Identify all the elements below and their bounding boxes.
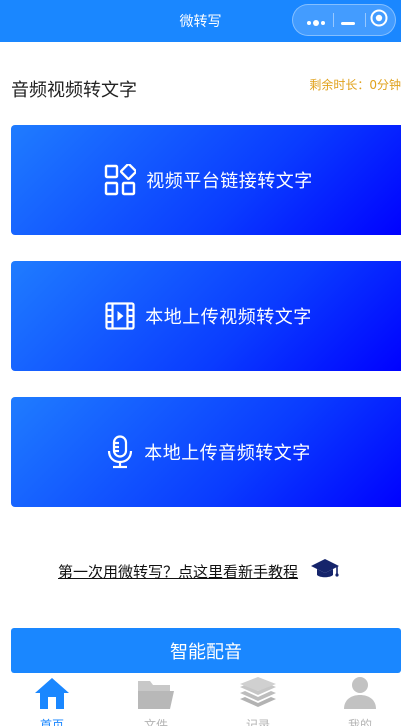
top-nav-bar: 微转写 bbox=[0, 0, 401, 42]
layers-icon bbox=[238, 675, 278, 715]
microphone-icon bbox=[106, 435, 134, 469]
remaining-time: 剩余时长：0分钟 bbox=[309, 78, 401, 92]
card-label: 本地上传音频转文字 bbox=[144, 443, 311, 464]
tab-mine[interactable]: 我的 bbox=[310, 673, 401, 726]
tab-home[interactable]: 首页 bbox=[2, 673, 102, 726]
minimize-button[interactable] bbox=[331, 5, 365, 35]
tab-label: 首页 bbox=[39, 718, 64, 726]
tab-records[interactable]: 记录 bbox=[208, 673, 308, 726]
film-icon bbox=[105, 302, 135, 330]
card-label: 本地上传视频转文字 bbox=[145, 307, 312, 328]
more-dots-icon bbox=[306, 11, 326, 30]
graduation-cap-icon bbox=[310, 557, 340, 585]
tab-files[interactable]: 文件 bbox=[106, 673, 206, 726]
more-button[interactable] bbox=[299, 5, 333, 35]
minimize-icon bbox=[341, 11, 355, 30]
user-icon bbox=[340, 675, 380, 715]
grid-apps-icon bbox=[104, 164, 137, 196]
close-button[interactable] bbox=[363, 5, 395, 35]
card-label: 视频平台链接转文字 bbox=[146, 171, 313, 192]
folder-icon bbox=[136, 675, 176, 715]
home-icon bbox=[33, 675, 71, 715]
mini-program-capsule bbox=[292, 4, 396, 36]
tab-label: 我的 bbox=[347, 718, 372, 726]
local-video-card[interactable]: 本地上传视频转文字 bbox=[11, 261, 401, 371]
tutorial-link[interactable]: 第一次用微转写？点这里看新手教程 bbox=[58, 557, 340, 585]
tab-label: 记录 bbox=[245, 718, 270, 726]
video-link-card[interactable]: 视频平台链接转文字 bbox=[11, 125, 401, 235]
target-close-icon bbox=[370, 9, 388, 31]
section-title: 音频视频转文字 bbox=[11, 80, 137, 101]
tab-label: 文件 bbox=[143, 718, 168, 726]
local-audio-card[interactable]: 本地上传音频转文字 bbox=[11, 397, 401, 507]
smart-dubbing-button[interactable]: 智能配音 bbox=[11, 628, 401, 673]
tutorial-link-text[interactable]: 第一次用微转写？点这里看新手教程 bbox=[58, 561, 298, 582]
bottom-tab-bar: 首页 文件 记录 我的 bbox=[0, 673, 401, 726]
